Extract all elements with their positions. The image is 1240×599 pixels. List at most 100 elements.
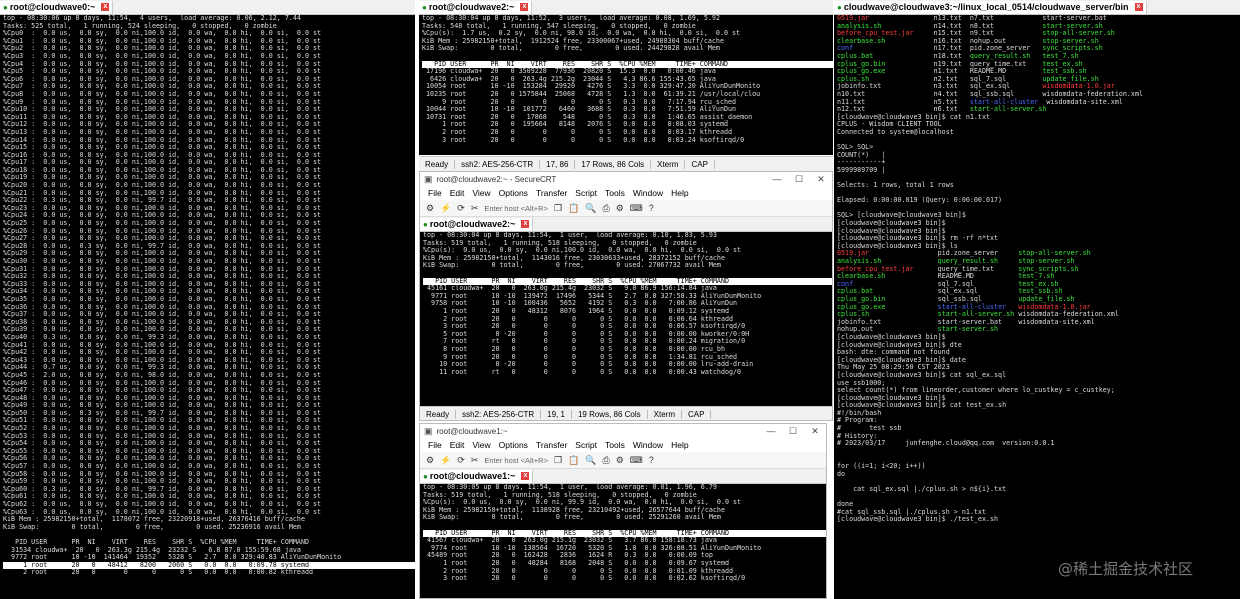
connected-icon: ●	[837, 2, 842, 12]
tab-label: cloudwave@cloudwave3:~/linux_local_0514/…	[843, 2, 1129, 12]
terminal-line: KiB Swap: 0 total, 0 free, 0 used. 25236…	[3, 522, 301, 531]
terminal-line: #!/bin/bash	[837, 409, 1240, 418]
copy-icon[interactable]: ❐	[554, 455, 562, 466]
print-icon[interactable]: ⎙	[602, 455, 609, 466]
terminal-line: [cloudwave@cloudwave3 bin]$ cat test_ex.…	[837, 401, 1240, 410]
menu-item-script[interactable]: Script	[575, 440, 597, 450]
find-icon[interactable]: 🔍	[585, 203, 596, 214]
menu-item-help[interactable]: Help	[671, 440, 688, 450]
close-icon[interactable]: ✕	[810, 174, 832, 185]
terminal-output[interactable]: top - 08:30:04 up 8 days, 11:54, 1 user,…	[420, 232, 832, 406]
tab-cloudwave1[interactable]: ● root@cloudwave1:~ x	[420, 469, 534, 483]
terminal-text: [cloudwave@cloudwave3 bin]$ ./test_ex.sh	[837, 515, 999, 524]
reconnect-icon[interactable]: ⟳	[457, 455, 465, 466]
tab-label: root@cloudwave2:~	[428, 2, 515, 12]
help-icon[interactable]: ?	[649, 455, 654, 465]
tab-close-icon[interactable]: x	[1134, 3, 1143, 11]
find-icon[interactable]: 🔍	[585, 455, 596, 466]
menu-item-view[interactable]: View	[472, 188, 490, 198]
disconnect-icon[interactable]: ✂	[471, 455, 479, 466]
connected-icon: ●	[3, 2, 8, 12]
terminal-line: KiB Swap: 0 total, 0 free, 0 used. 27067…	[423, 261, 721, 270]
keymap-icon[interactable]: ⌨	[630, 203, 643, 214]
menu-item-window[interactable]: Window	[633, 440, 663, 450]
keymap-icon[interactable]: ⌨	[630, 455, 643, 466]
terminal-line: [cloudwave@cloudwave3 bin]$ ./test_ex.sh	[837, 515, 1240, 524]
terminal-output[interactable]: top - 08:30:06 up 8 days, 11:54, 4 users…	[0, 15, 415, 599]
disconnect-icon[interactable]: ✂	[471, 203, 479, 214]
lightning-icon[interactable]: ⚡	[440, 203, 451, 214]
menu-item-tools[interactable]: Tools	[605, 188, 625, 198]
terminal-text: Selects: 1 rows, total 1 rows	[837, 181, 954, 190]
menu-item-edit[interactable]: Edit	[450, 188, 465, 198]
terminal-text: cat sql_ex.sql |./cplus.sh > n${i}.txt	[837, 484, 1007, 493]
window-titlebar[interactable]: ▣ root@cloudwave2:~ - SecureCRT — ☐ ✕	[420, 172, 832, 186]
menu-item-tools[interactable]: Tools	[605, 440, 625, 450]
watermark: @稀土掘金技术社区	[1058, 560, 1194, 578]
terminal-line: Selects: 1 rows, total 1 rows	[837, 181, 1240, 190]
tab-bar: ● root@cloudwave0:~ x	[0, 0, 415, 15]
terminal-output[interactable]: top - 08:30:05 up 8 days, 11:54, 1 user,…	[420, 484, 826, 598]
host-input[interactable]: Enter host <Alt+R>	[484, 456, 548, 465]
tab-bar: ● root@cloudwave2:~ x	[420, 217, 832, 232]
status-field: Xterm	[648, 409, 682, 419]
menu-item-options[interactable]: Options	[499, 440, 528, 450]
connect-icon[interactable]: ⚙	[426, 455, 434, 466]
close-icon[interactable]: ✕	[804, 426, 826, 437]
reconnect-icon[interactable]: ⟳	[457, 203, 465, 214]
menu-item-view[interactable]: View	[472, 440, 490, 450]
menu-item-window[interactable]: Window	[633, 188, 663, 198]
help-icon[interactable]: ?	[649, 203, 654, 213]
menu-item-options[interactable]: Options	[499, 188, 528, 198]
tab-close-icon[interactable]: x	[521, 220, 530, 228]
terminal-line: 2 root 20 0 0 0 0 S 0.0 0.0 0:00.82 kthr…	[3, 568, 314, 577]
minimize-icon[interactable]: —	[760, 426, 782, 437]
copy-icon[interactable]: ❐	[554, 203, 562, 214]
paste-icon[interactable]: 📋	[568, 203, 579, 214]
connected-icon: ●	[423, 471, 428, 481]
tab-cloudwave0[interactable]: ● root@cloudwave0:~ x	[0, 0, 114, 14]
paste-icon[interactable]: 📋	[568, 455, 579, 466]
tab-cloudwave2[interactable]: ● root@cloudwave2:~ x	[419, 0, 533, 14]
terminal-output[interactable]: top - 08:30:04 up 8 days, 11:52, 3 users…	[419, 15, 833, 155]
tab-bar: ● cloudwave@cloudwave3:~/linux_local_051…	[834, 0, 1240, 15]
terminal-text: # 2023/03/17 junfenghe.cloud@qq.com vers…	[837, 439, 1055, 448]
status-field: CAP	[682, 409, 712, 419]
maximize-icon[interactable]: ☐	[788, 174, 810, 185]
settings-icon[interactable]: ⚙	[616, 203, 624, 214]
terminal-line: do	[837, 470, 1240, 479]
menu-item-transfer[interactable]: Transfer	[536, 440, 567, 450]
menu-item-script[interactable]: Script	[575, 188, 597, 198]
menu-item-file[interactable]: File	[428, 440, 442, 450]
app-icon: ▣	[424, 173, 433, 184]
terminal-text: wisdomdata-site.xml	[1038, 97, 1123, 106]
window-titlebar[interactable]: ▣ root@cloudwave1:~ — ☐ ✕	[420, 424, 826, 438]
minimize-icon[interactable]: —	[766, 174, 788, 185]
status-field: 19, 1	[541, 409, 572, 419]
host-input[interactable]: Enter host <Alt+R>	[484, 204, 548, 213]
menu-item-edit[interactable]: Edit	[450, 440, 465, 450]
connect-icon[interactable]: ⚙	[426, 203, 434, 214]
menu-item-transfer[interactable]: Transfer	[536, 188, 567, 198]
tab-label: root@cloudwave0:~	[9, 2, 96, 12]
lightning-icon[interactable]: ⚡	[440, 455, 451, 466]
maximize-icon[interactable]: ☐	[782, 426, 804, 437]
menu-bar: File Edit View Options Transfer Script Tools Wi…	[420, 186, 832, 200]
menu-item-file[interactable]: File	[428, 188, 442, 198]
terminal-output[interactable]: 0519.jar n13.txt n7.txt start-server.bat…	[834, 15, 1240, 599]
tab-close-icon[interactable]: x	[101, 3, 110, 11]
terminal-text: Connected to system@localhost	[837, 127, 954, 136]
settings-icon[interactable]: ⚙	[616, 455, 624, 466]
menu-item-help[interactable]: Help	[671, 188, 688, 198]
tab-close-icon[interactable]: x	[520, 3, 529, 11]
tab-close-icon[interactable]: x	[521, 472, 530, 480]
status-field: 19 Rows, 86 Cols	[572, 409, 648, 419]
status-field: 17 Rows, 86 Cols	[575, 159, 652, 169]
tab-cloudwave2[interactable]: ● root@cloudwave2:~ x	[420, 217, 534, 231]
print-icon[interactable]: ⎙	[602, 203, 609, 214]
terminal-line: 5999989709 |	[837, 166, 1240, 175]
connected-icon: ●	[422, 2, 427, 12]
tab-bar: ● root@cloudwave1:~ x	[420, 469, 826, 484]
terminal-line: -----------+	[837, 158, 1240, 167]
tab-cloudwave3[interactable]: ● cloudwave@cloudwave3:~/linux_local_051…	[834, 0, 1147, 14]
